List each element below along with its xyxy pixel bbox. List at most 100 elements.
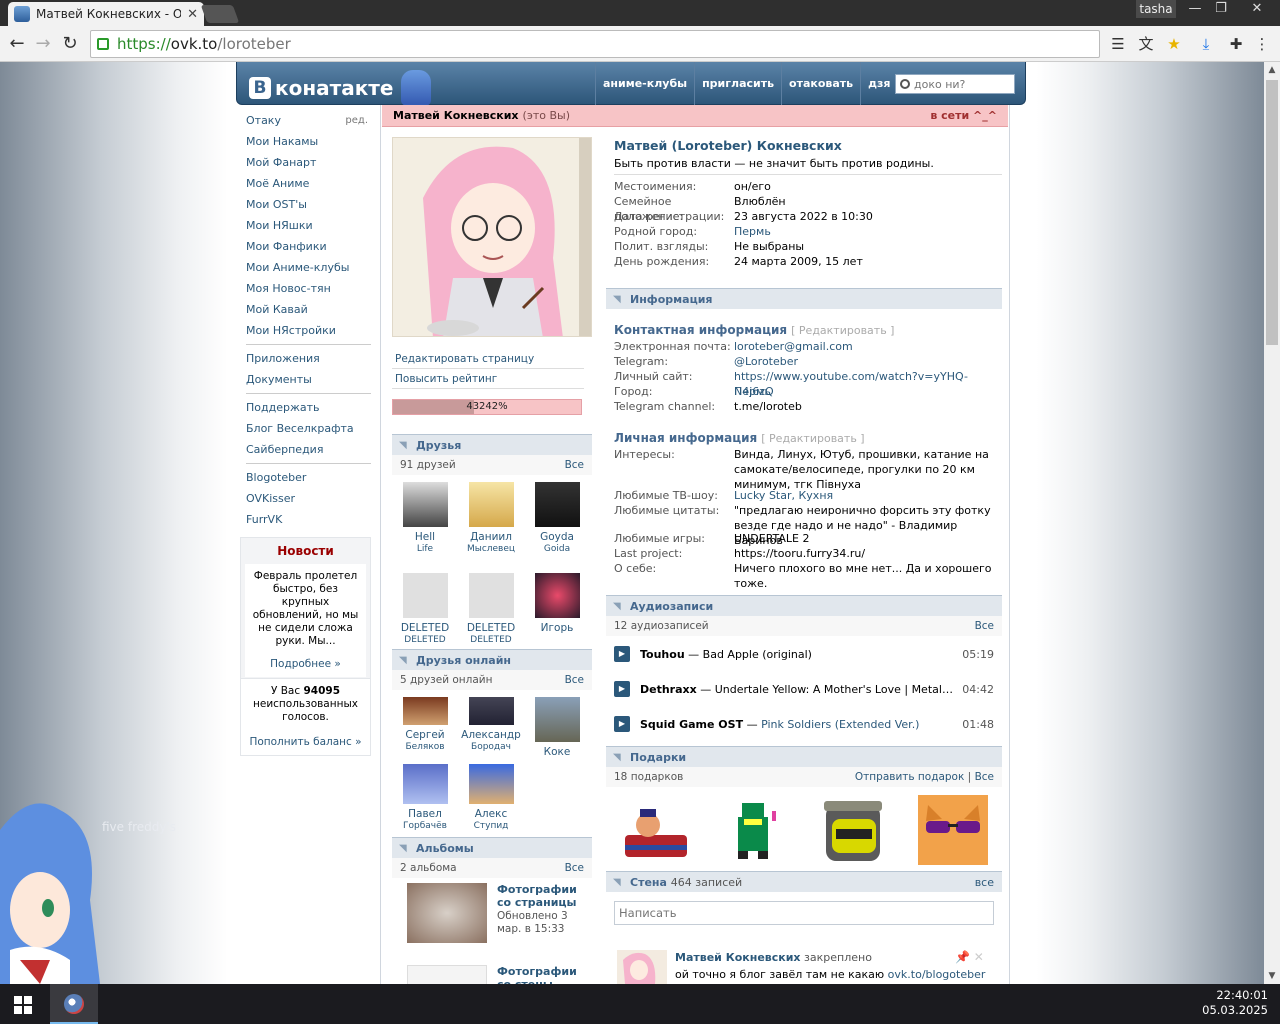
friend-card[interactable]: DELETED DELETED [460, 573, 522, 646]
friend-card[interactable]: Игорь [526, 573, 588, 634]
friend-card[interactable]: Даниил Мыслевец [460, 482, 522, 555]
online-friend-card[interactable]: Коке [526, 697, 588, 758]
gift-item[interactable] [818, 795, 888, 865]
contact-info-value[interactable]: @Loroteber [734, 354, 1004, 369]
menu-item-ovkisser[interactable]: OVKisser [240, 488, 371, 509]
play-icon[interactable]: ▶ [614, 646, 630, 662]
back-icon[interactable]: ← [5, 32, 29, 56]
menu-item-blog[interactable]: Блог Веселкрафта [240, 418, 371, 439]
scroll-down-arrow-icon[interactable]: ▼ [1264, 968, 1280, 984]
gifts-header[interactable]: ◥ Подарки [606, 746, 1002, 767]
personal-info-value[interactable]: Lucky Star, Кухня [734, 488, 1004, 503]
friends-online-header[interactable]: ◥ Друзья онлайн [392, 649, 592, 670]
menu-item-support[interactable]: Поддержать [240, 397, 371, 418]
edit-page-link[interactable]: Редактировать страницу [392, 349, 584, 369]
scroll-thumb[interactable] [1266, 80, 1278, 345]
delete-icon[interactable]: ✕ [974, 950, 984, 964]
online-friend-card[interactable]: Александр Бородач [460, 697, 522, 753]
play-icon[interactable]: ▶ [614, 716, 630, 732]
menu-item-favorites[interactable]: Мой Кавай [240, 299, 371, 320]
contact-info-value[interactable]: Пермь [734, 384, 1004, 399]
menu-item-blogoteber[interactable]: Blogoteber [240, 467, 371, 488]
friend-card[interactable]: Hell Life [394, 482, 456, 555]
albums-all-link[interactable]: Все [565, 862, 584, 874]
menu-item-groups[interactable]: Мои Аниме-клубы [240, 257, 371, 278]
audio-track[interactable]: ▶ Squid Game OST — Pink Soldiers (Extend… [614, 714, 994, 734]
menu-item-furrvk[interactable]: FurrVK [240, 509, 371, 530]
edit-personal-link[interactable]: [ Редактировать ] [761, 432, 864, 445]
album-title[interactable]: Фотографии со страницы [497, 883, 589, 909]
reload-icon[interactable]: ↻ [58, 32, 82, 56]
wall-all-link[interactable]: все [975, 876, 994, 889]
address-bar[interactable]: https://ovk.to/loroteber [90, 30, 1100, 58]
download-icon[interactable]: ⤓ [1196, 34, 1216, 54]
new-tab-button[interactable] [200, 5, 240, 23]
contact-info-value[interactable]: loroteber@gmail.com [734, 339, 1004, 354]
search-input[interactable] [914, 77, 1010, 91]
info-header[interactable]: ◥ Информация [606, 288, 1002, 309]
system-clock[interactable]: 22:40:01 05.03.2025 [1202, 988, 1268, 1018]
online-friend-card[interactable]: Павел Горбачёв [394, 764, 456, 832]
audio-track[interactable]: ▶ Dethraxx — Undertale Yellow: A Mother'… [614, 679, 994, 699]
post-author-name[interactable]: Матвей Кокневских [675, 951, 801, 964]
friends-online-all-link[interactable]: Все [565, 674, 584, 686]
boost-rating-link[interactable]: Повысить рейтинг [392, 369, 584, 389]
menu-icon[interactable]: ⋮ [1252, 34, 1272, 54]
online-friend-card[interactable]: Сергей Беляков [394, 697, 456, 753]
scroll-up-arrow-icon[interactable]: ▲ [1264, 62, 1280, 78]
menu-item-notes[interactable]: Мои Фанфики [240, 236, 371, 257]
audio-all-link[interactable]: Все [975, 620, 994, 632]
edit-contact-link[interactable]: [ Редактировать ] [791, 324, 894, 337]
extensions-icon[interactable]: ✚ [1226, 34, 1246, 54]
add-balance-link[interactable]: Пополнить баланс » [245, 736, 366, 749]
menu-item-video[interactable]: Моё Аниме [240, 173, 371, 194]
menu-item-photos[interactable]: Мой Фанарт [240, 152, 371, 173]
wall-header[interactable]: ◥ Стена 464 записей все [606, 871, 1002, 892]
tab-close-icon[interactable]: ✕ [187, 7, 198, 22]
menu-item-wiki[interactable]: Сайберпедия [240, 439, 371, 460]
minimize-button[interactable]: — [1182, 0, 1208, 18]
profile-status-text[interactable]: Быть против власти — не значит быть прот… [614, 157, 1002, 175]
friend-card[interactable]: Goyda Goida [526, 482, 588, 555]
pin-icon[interactable]: 📌 [955, 950, 970, 964]
play-icon[interactable]: ▶ [614, 681, 630, 697]
menu-edit-link[interactable]: ред. [345, 110, 368, 131]
profile-avatar[interactable] [392, 137, 592, 337]
audio-track[interactable]: ▶ Touhou — Bad Apple (original) 05:19 [614, 644, 994, 664]
nav-otakovat[interactable]: отаковать [781, 62, 860, 105]
menu-item-audio[interactable]: Мои OST'ы [240, 194, 371, 215]
basic-info-value[interactable]: Пермь [734, 224, 1004, 239]
menu-item-friends[interactable]: Мои Накамы [240, 131, 371, 152]
reader-icon[interactable]: ☰ [1108, 34, 1128, 54]
gift-item[interactable] [918, 795, 988, 865]
post-author-avatar[interactable] [617, 950, 667, 984]
menu-item-news[interactable]: Моя Новос-тян [240, 278, 371, 299]
nav-anime-clubs[interactable]: аниме-клубы [595, 62, 694, 105]
site-logo[interactable]: В конатакте [249, 70, 432, 106]
close-window-button[interactable]: ✕ [1234, 0, 1280, 18]
page-scrollbar[interactable]: ▲ ▼ [1264, 62, 1280, 984]
profile-badge[interactable]: tasha [1136, 0, 1176, 18]
taskbar-browser-button[interactable] [50, 984, 98, 1024]
albums-header[interactable]: ◥ Альбомы [392, 837, 592, 858]
gifts-all-link[interactable]: Все [975, 771, 994, 783]
menu-item-documents[interactable]: Документы [240, 369, 371, 390]
browser-tab[interactable]: Матвей Кокневских - Ope ✕ [8, 2, 204, 26]
news-more-link[interactable]: Подробнее » [249, 658, 362, 671]
windows-start-icon[interactable] [14, 996, 32, 1014]
bookmark-star-icon[interactable]: ★ [1164, 34, 1184, 54]
online-friend-card[interactable]: Алекс Ступид [460, 764, 522, 832]
menu-item-settings[interactable]: Мои НЯстройки [240, 320, 371, 341]
forward-icon[interactable]: → [31, 32, 55, 56]
audio-header[interactable]: ◥ Аудиозаписи [606, 595, 1002, 616]
menu-item-messages[interactable]: Мои НЯшки [240, 215, 371, 236]
wall-post-input[interactable] [614, 901, 994, 925]
album-title[interactable]: Фотографии со стены [497, 965, 589, 984]
gift-item[interactable] [722, 795, 792, 865]
friends-all-link[interactable]: Все [565, 459, 584, 471]
gift-item[interactable] [620, 795, 690, 865]
friend-card[interactable]: DELETED DELETED [394, 573, 456, 646]
nav-invite[interactable]: пригласить [694, 62, 781, 105]
translate-icon[interactable]: 文 [1136, 34, 1156, 54]
maximize-button[interactable]: ❐ [1208, 0, 1234, 18]
